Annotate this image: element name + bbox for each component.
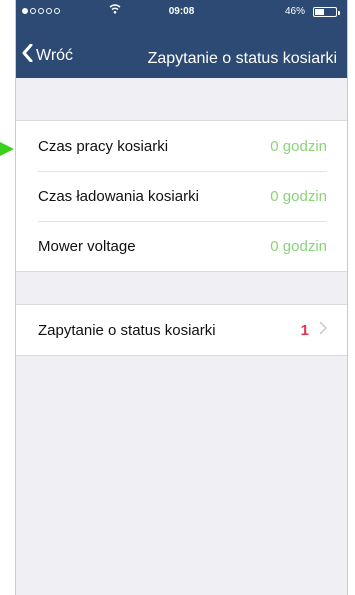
battery-level (315, 9, 325, 15)
row-label: Czas ładowania kosiarki (38, 187, 199, 205)
row-value: 0 godzin (270, 237, 327, 255)
battery-icon (313, 7, 340, 17)
row-label: Mower voltage (38, 237, 136, 255)
back-label: Wróć (36, 46, 74, 64)
page-title: Zapytanie o status kosiarki (147, 50, 337, 67)
status-row-voltage: Mower voltage 0 godzin (16, 221, 347, 271)
row-label: Czas pracy kosiarki (38, 137, 169, 155)
status-bar: 09:08 46% (16, 0, 347, 22)
status-query-row[interactable]: Zapytanie o status kosiarki 1 (16, 305, 347, 355)
status-list: Czas pracy kosiarki 0 godzin Czas ładowa… (16, 120, 347, 272)
query-list: Zapytanie o status kosiarki 1 (16, 304, 347, 356)
back-button[interactable]: Wróć (22, 43, 74, 67)
row-value: 0 godzin (270, 187, 327, 205)
phone-screen: 09:08 46% Wróć Zapytanie o status kosiar… (15, 0, 348, 595)
arrow-right-icon (0, 142, 14, 156)
status-row-charging-time: Czas ładowania kosiarki 0 godzin (16, 171, 347, 221)
navigation-header: 09:08 46% Wróć Zapytanie o status kosiar… (16, 0, 347, 78)
chevron-left-icon (22, 43, 33, 67)
nav-bar: Wróć Zapytanie o status kosiarki (16, 42, 347, 76)
chevron-right-icon (319, 320, 328, 340)
battery-percentage: 46% (284, 6, 305, 17)
status-row-work-time: Czas pracy kosiarki 0 godzin (16, 121, 347, 171)
row-label: Zapytanie o status kosiarki (38, 321, 216, 339)
count-badge: 1 (300, 321, 309, 339)
row-value: 0 godzin (270, 137, 327, 155)
